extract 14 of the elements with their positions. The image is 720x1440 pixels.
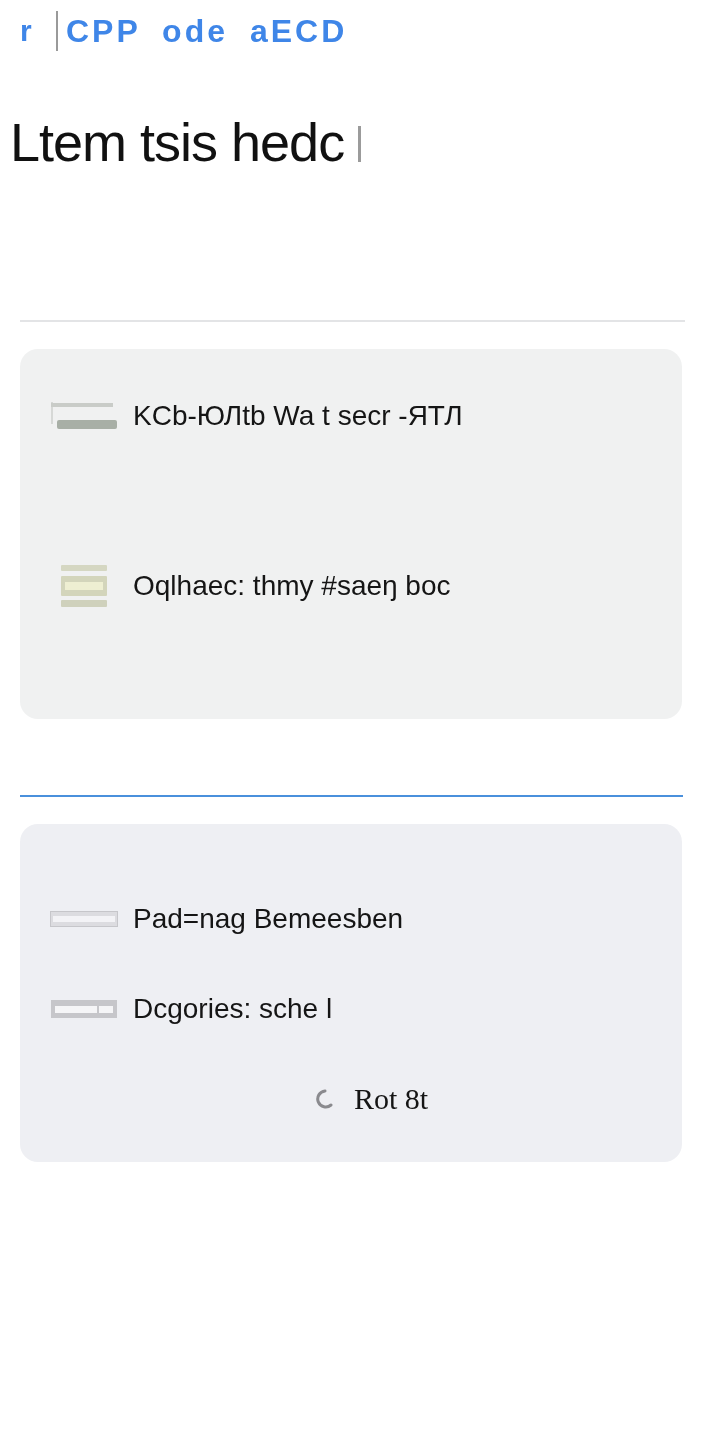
item-label: KCb-ЮЛtb Wa t secr -ЯТЛ bbox=[133, 402, 463, 430]
stack-icon bbox=[61, 565, 107, 607]
bar-icon bbox=[50, 911, 118, 927]
item-label: Pad=nag Bemeesben bbox=[133, 905, 404, 933]
bar-icon bbox=[51, 1000, 117, 1018]
spinner-icon bbox=[316, 1089, 334, 1109]
item-label: Dcgories: sche l bbox=[133, 995, 333, 1023]
item-label: Oqlhaec: thmy #saeŋ boc bbox=[133, 572, 451, 600]
header-mark: r bbox=[20, 16, 33, 46]
header-title: CPP ode aECD bbox=[66, 15, 348, 47]
bars-icon bbox=[51, 402, 117, 430]
footer-label: Rot 8t bbox=[354, 1084, 429, 1114]
page-heading: Ltem tsis hedc bbox=[10, 115, 345, 169]
text-cursor-icon bbox=[358, 126, 362, 162]
